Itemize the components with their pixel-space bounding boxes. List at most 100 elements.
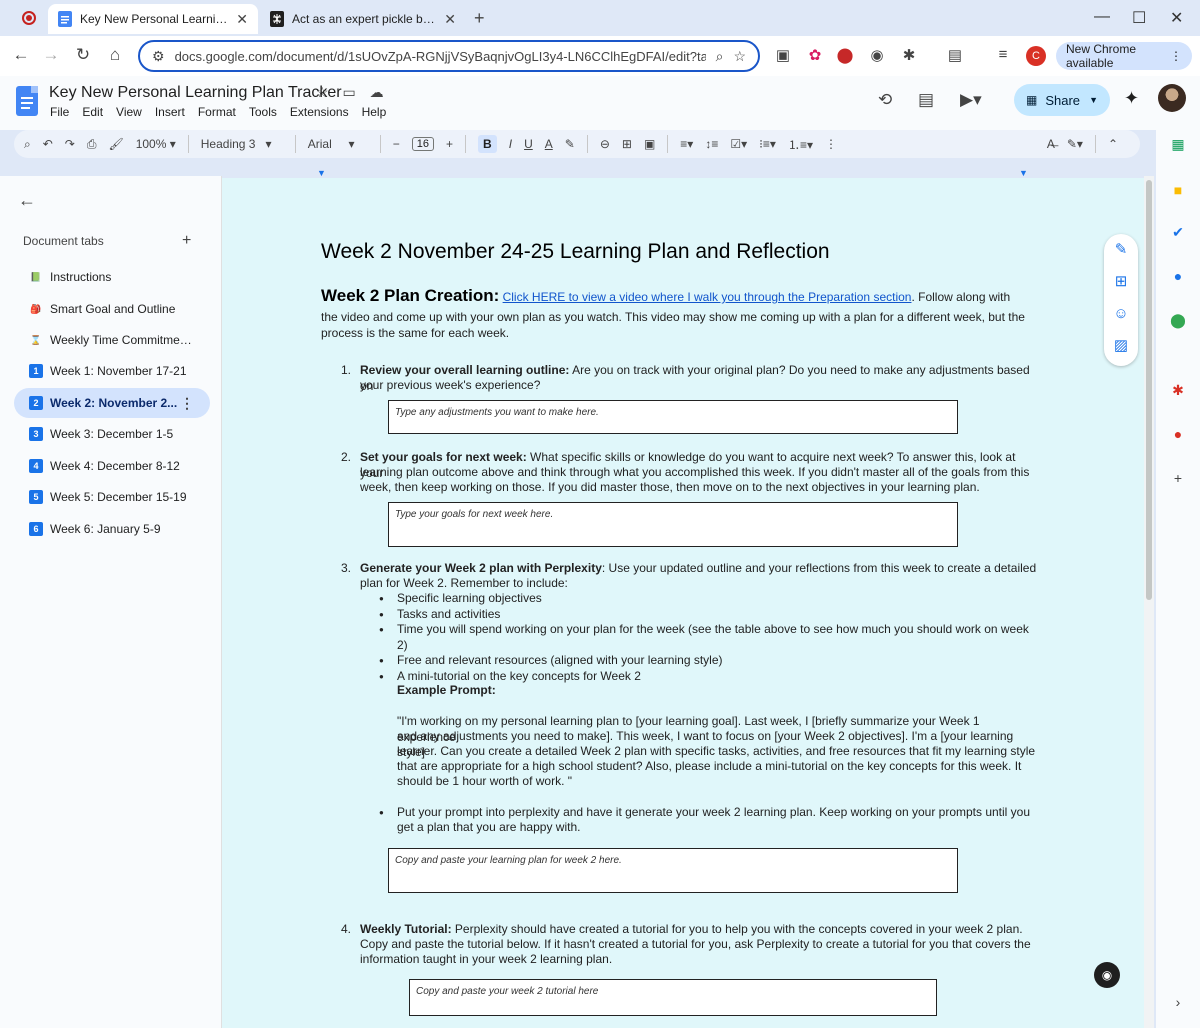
font-size-input[interactable]: 16 <box>411 137 435 151</box>
sidebar-item-week-6[interactable]: 6 Week 6: January 5-9 <box>14 514 210 544</box>
font-select[interactable]: Arial ▾ <box>308 137 368 151</box>
sidebar-item-instructions[interactable]: 📗 Instructions <box>14 262 210 292</box>
extension-icon[interactable]: ◉ <box>866 46 888 64</box>
italic-button[interactable]: I <box>509 137 512 151</box>
home-icon[interactable]: ⌂ <box>104 45 126 65</box>
text-color-button[interactable]: A <box>545 137 553 151</box>
emoji-reaction-icon[interactable]: ☺ <box>1104 298 1138 330</box>
insert-image-icon[interactable]: ▣ <box>644 137 655 151</box>
undo-icon[interactable]: ↶ <box>43 137 53 151</box>
zoom-icon[interactable]: ⌕ <box>716 48 724 65</box>
microphone-icon[interactable]: ● <box>1168 426 1188 442</box>
document-title[interactable]: Key New Personal Learning Plan Tracker <box>49 84 342 102</box>
zoom-select[interactable]: 100% ▾ <box>136 137 176 151</box>
extensions-puzzle-icon[interactable]: ✱ <box>898 46 920 64</box>
site-info-icon[interactable]: ⚙ <box>152 48 165 65</box>
underline-button[interactable]: U <box>524 137 533 151</box>
learning-plan-answer-box[interactable]: Copy and paste your learning plan for we… <box>388 848 958 893</box>
scrollbar-thumb[interactable] <box>1146 180 1152 600</box>
menu-file[interactable]: File <box>50 105 69 119</box>
align-icon[interactable]: ≡▾ <box>680 137 693 151</box>
bold-button[interactable]: B <box>478 135 497 153</box>
paint-format-icon[interactable]: 🖌 <box>108 137 123 151</box>
checklist-icon[interactable]: ☑▾ <box>730 137 747 151</box>
help-me-write-icon[interactable]: ✎ <box>1104 234 1138 266</box>
adjustments-answer-box[interactable]: Type any adjustments you want to make he… <box>388 400 958 434</box>
address-bar[interactable]: ⚙ docs.google.com/document/d/1sUOvZpA-RG… <box>138 40 760 72</box>
menu-help[interactable]: Help <box>362 105 387 119</box>
video-link[interactable]: Click HERE to view a video where I walk … <box>503 290 912 304</box>
add-comment-icon[interactable]: ⊞ <box>1104 266 1138 298</box>
sidebar-item-smart-goal[interactable]: 🎒 Smart Goal and Outline <box>14 294 210 324</box>
bookmark-star-icon[interactable]: ☆ <box>733 48 746 65</box>
spellcheck-icon[interactable]: A̶ <box>1047 137 1055 151</box>
editing-mode-icon[interactable]: ✎▾ <box>1067 137 1083 151</box>
line-spacing-icon[interactable]: ↕≡ <box>705 137 718 151</box>
addon-asterisk-icon[interactable]: ✱ <box>1168 382 1188 399</box>
cloud-status-icon[interactable]: ☁ <box>370 84 384 100</box>
numbered-list-icon[interactable]: ⒈≡▾ <box>788 136 813 153</box>
gemini-sparkle-icon[interactable]: ✦ <box>1124 88 1139 109</box>
menu-tools[interactable]: Tools <box>249 105 277 119</box>
browser-tab-perplexity[interactable]: Act as an expert pickle ball coach ✕ <box>260 4 466 34</box>
keep-icon[interactable]: ■ <box>1168 182 1188 198</box>
expand-panel-icon[interactable]: › <box>1168 994 1188 1010</box>
forward-icon[interactable]: → <box>40 45 62 65</box>
calendar-icon[interactable]: ▦ <box>1168 136 1188 153</box>
bulleted-list-icon[interactable]: ⁝≡▾ <box>759 137 776 151</box>
print-icon[interactable]: ⎙ <box>87 137 97 152</box>
close-window-icon[interactable]: ✕ <box>1170 8 1183 28</box>
version-history-icon[interactable]: ⟲ <box>878 90 892 110</box>
close-outline-arrow-icon[interactable]: ← <box>18 190 36 211</box>
highlight-icon[interactable]: ✎ <box>565 137 575 151</box>
increase-font-size-icon[interactable]: + <box>446 137 453 151</box>
maps-icon[interactable]: ⬤ <box>1168 312 1188 329</box>
sidebar-item-week-2[interactable]: 2 Week 2: November 2... ⋮ <box>14 388 210 418</box>
close-tab-icon[interactable]: ✕ <box>236 11 248 28</box>
get-addons-icon[interactable]: + <box>1168 470 1188 486</box>
tab-options-icon[interactable]: ⋮ <box>180 395 194 412</box>
indent-marker-icon[interactable]: ▼ <box>317 168 326 178</box>
close-tab-icon[interactable]: ✕ <box>444 11 456 28</box>
menu-extensions[interactable]: Extensions <box>290 105 349 119</box>
search-menus-icon[interactable]: ⌕ <box>24 137 31 152</box>
vertical-scrollbar[interactable] <box>1144 176 1154 1028</box>
extension-icon[interactable]: ⬤ <box>834 46 856 64</box>
browser-tab-docs[interactable]: Key New Personal Learning Plan Tracker ✕ <box>48 4 258 34</box>
sidebar-item-week-4[interactable]: 4 Week 4: December 8-12 <box>14 451 210 481</box>
menu-edit[interactable]: Edit <box>82 105 103 119</box>
goals-answer-box[interactable]: Type your goals for next week here. <box>388 502 958 547</box>
more-options-icon[interactable]: ⋮ <box>825 137 837 151</box>
suggest-edits-icon[interactable]: ▨ <box>1104 330 1138 362</box>
profile-avatar[interactable]: C <box>1026 46 1046 66</box>
chrome-update-button[interactable]: New Chrome available ⋮ <box>1056 42 1192 70</box>
menu-view[interactable]: View <box>116 105 142 119</box>
extension-icon[interactable]: ✿ <box>804 46 826 64</box>
minimize-icon[interactable]: — <box>1094 8 1110 26</box>
comments-icon[interactable]: ▤ <box>918 90 934 110</box>
extension-icon[interactable]: ▣ <box>772 46 794 64</box>
maximize-icon[interactable]: ☐ <box>1132 8 1146 28</box>
docs-logo-icon[interactable] <box>16 86 38 116</box>
new-tab-icon[interactable]: + <box>474 8 485 29</box>
right-margin-marker-icon[interactable]: ▼ <box>1019 168 1028 178</box>
tasks-icon[interactable]: ✔ <box>1168 224 1188 241</box>
redo-icon[interactable]: ↷ <box>65 137 75 151</box>
sidebar-item-weekly-time[interactable]: ⌛ Weekly Time Commitment ... <box>14 325 210 355</box>
move-folder-icon[interactable]: ▭ <box>342 84 355 100</box>
sidebar-item-week-1[interactable]: 1 Week 1: November 17-21 <box>14 356 210 386</box>
cast-icon[interactable]: ▤ <box>944 46 966 64</box>
menu-format[interactable]: Format <box>198 105 236 119</box>
star-icon[interactable]: ☆ <box>316 84 329 100</box>
user-avatar[interactable] <box>1158 84 1186 112</box>
meet-icon[interactable]: ▶▾ <box>960 90 982 110</box>
media-icon[interactable]: ≡ <box>992 46 1014 63</box>
add-tab-icon[interactable]: + <box>182 232 191 250</box>
style-select[interactable]: Heading 3 ▾ <box>201 137 283 151</box>
menu-insert[interactable]: Insert <box>155 105 185 119</box>
tutorial-answer-box[interactable]: Copy and paste your week 2 tutorial here <box>409 979 937 1016</box>
add-comment-icon[interactable]: ⊞ <box>622 137 632 151</box>
screen-recorder-icon[interactable]: ◉ <box>1094 962 1120 988</box>
sidebar-item-week-5[interactable]: 5 Week 5: December 15-19 <box>14 482 210 512</box>
contacts-icon[interactable]: ● <box>1168 268 1188 284</box>
